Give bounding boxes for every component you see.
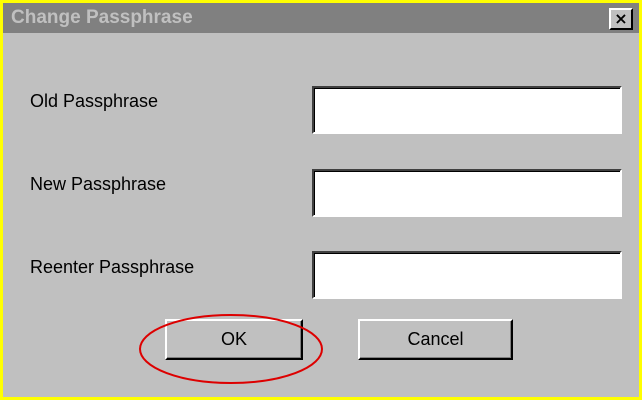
reenter-passphrase-label: Reenter Passphrase	[30, 257, 195, 277]
close-button[interactable]: ×	[609, 8, 633, 30]
close-icon: ×	[614, 9, 628, 28]
cancel-button[interactable]: Cancel	[358, 319, 513, 360]
old-passphrase-input[interactable]	[312, 86, 622, 134]
change-passphrase-dialog: Change Passphrase × Old Passphrase New P…	[3, 3, 639, 397]
new-passphrase-label: New Passphrase	[30, 174, 167, 194]
dialog-title: Change Passphrase	[11, 7, 193, 28]
reenter-passphrase-input[interactable]	[312, 251, 622, 299]
old-passphrase-label: Old Passphrase	[30, 91, 159, 111]
title-bar: Change Passphrase ×	[3, 3, 639, 33]
new-passphrase-input[interactable]	[312, 169, 622, 217]
ok-button[interactable]: OK	[165, 319, 303, 360]
